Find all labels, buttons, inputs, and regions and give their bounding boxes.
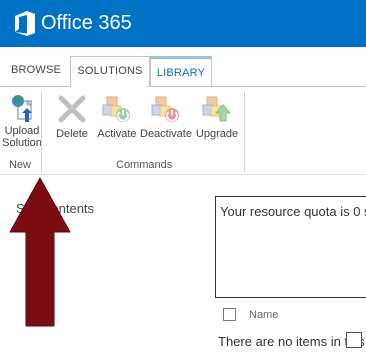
delete-label: Delete — [56, 128, 88, 140]
quota-message-box: Your resource quota is 0 s — [215, 196, 366, 298]
ribbon: Upload Solution Delete Activate Deactiva… — [0, 87, 366, 175]
ribbon-group-separator — [41, 92, 42, 172]
tab-library[interactable]: LIBRARY — [150, 56, 212, 87]
activate-label: Activate — [97, 128, 137, 140]
annotation-arrow — [9, 176, 71, 327]
upload-solution-button[interactable]: Upload Solution — [2, 91, 42, 149]
activate-button[interactable]: Activate — [96, 93, 138, 140]
ribbon-tabs: BROWSE SOLUTIONS LIBRARY — [0, 52, 366, 87]
deactivate-button[interactable]: Deactivate — [140, 93, 192, 140]
activate-icon — [102, 96, 130, 122]
upgrade-icon — [202, 96, 232, 122]
ribbon-group-separator — [244, 92, 245, 172]
partial-box — [346, 332, 362, 348]
empty-list-message: There are no items in this — [218, 334, 365, 349]
tab-browse[interactable]: BROWSE — [8, 56, 64, 85]
suite-bar: Office 365 — [0, 0, 366, 47]
upload-solution-label-2: Solution — [2, 137, 42, 149]
deactivate-icon — [151, 96, 179, 122]
upgrade-button[interactable]: Upgrade — [195, 93, 239, 140]
delete-x-icon — [58, 95, 86, 123]
group-label-commands: Commands — [116, 159, 173, 171]
suite-brand[interactable]: Office 365 — [41, 11, 132, 35]
select-all-checkbox[interactable] — [223, 308, 236, 321]
column-header-name[interactable]: Name — [249, 309, 278, 321]
deactivate-label: Deactivate — [140, 128, 192, 140]
ribbon-bottom-border — [0, 174, 366, 175]
office-logo-icon — [15, 11, 35, 36]
upload-solution-icon — [12, 95, 32, 122]
upload-solution-label-1: Upload — [4, 125, 40, 137]
upgrade-label: Upgrade — [195, 128, 239, 140]
delete-button[interactable]: Delete — [54, 93, 90, 140]
quota-message-text: Your resource quota is 0 s — [220, 204, 366, 219]
tab-solutions[interactable]: SOLUTIONS — [70, 56, 150, 87]
group-label-new: New — [9, 159, 32, 171]
